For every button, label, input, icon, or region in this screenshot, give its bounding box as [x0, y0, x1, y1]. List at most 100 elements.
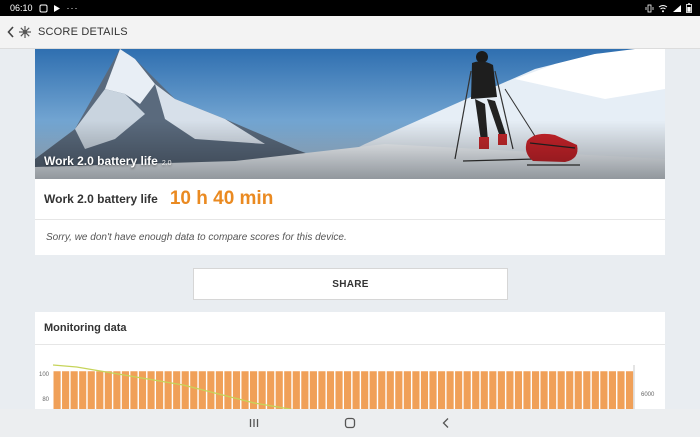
back-icon[interactable] [434, 411, 458, 435]
chart-bar [284, 371, 292, 409]
chart-bar [147, 371, 155, 409]
home-icon[interactable] [338, 411, 362, 435]
chart-bar [497, 371, 505, 409]
chart-bar [292, 371, 300, 409]
chart-bar [531, 371, 540, 409]
chart-bar [386, 371, 394, 409]
chart-bar [361, 371, 369, 409]
chart-bar [463, 371, 471, 409]
chart-bar [241, 371, 249, 409]
chart-bar [121, 371, 129, 409]
more-dots-icon: ··· [66, 3, 79, 13]
chart-bar [352, 371, 360, 409]
chart-bar [62, 371, 70, 409]
chart-bar [326, 371, 335, 409]
chart-bar [70, 371, 78, 409]
chart-bar [506, 371, 514, 409]
score-name: Work 2.0 battery life [44, 192, 158, 206]
chart-bar [455, 371, 463, 409]
chart-bar [207, 371, 215, 409]
chart-bar [472, 371, 480, 409]
comparison-note: Sorry, we don't have enough data to comp… [35, 220, 665, 255]
chart-bar [53, 371, 61, 409]
chart-bar [156, 371, 164, 409]
chart-bar [275, 371, 283, 409]
monitoring-chart: 100 80 6000 [39, 364, 655, 409]
chart-bar [566, 371, 574, 409]
app-bar: SCORE DETAILS [0, 16, 700, 49]
chart-bar [215, 371, 223, 409]
monitoring-title: Monitoring data [44, 322, 127, 334]
chart-bar [344, 371, 352, 409]
media-icon [52, 4, 61, 13]
comparison-note-text: Sorry, we don't have enough data to comp… [46, 232, 347, 243]
chart-bar [549, 371, 557, 409]
chart-bar [625, 371, 634, 409]
chart-bar [514, 371, 523, 409]
chart-bar [369, 371, 377, 409]
chart-bar [523, 371, 531, 409]
chart-bar [412, 371, 420, 409]
chart-bar [617, 371, 625, 409]
chart-bar [104, 371, 112, 409]
vibrate-icon [645, 4, 654, 13]
content-area[interactable]: Work 2.0 battery life 2.0 Work 2.0 batter… [0, 49, 700, 409]
recent-apps-icon[interactable] [242, 411, 266, 435]
battery-icon [686, 3, 692, 13]
chart-bar [96, 371, 104, 409]
chart-bar [489, 371, 497, 409]
app-logo-icon [18, 25, 32, 39]
chart-bar [232, 371, 241, 409]
y-left-tick-0: 100 [39, 372, 50, 378]
hero-banner: Work 2.0 battery life 2.0 [35, 49, 665, 179]
monitoring-card: Monitoring data 100 80 6000 [35, 312, 665, 409]
chart-bar [395, 371, 403, 409]
chart-bar [591, 371, 599, 409]
chart-bar [429, 371, 437, 409]
chart-bar [420, 371, 429, 409]
chart-bar [181, 371, 189, 409]
chart-bar [173, 371, 181, 409]
navigation-bar [0, 409, 700, 437]
chart-bar [600, 371, 608, 409]
signal-icon [672, 4, 682, 13]
chart-bar [301, 371, 309, 409]
notification-icon [39, 4, 48, 13]
chart-bar [378, 371, 386, 409]
score-row: Work 2.0 battery life 10 h 40 min [35, 179, 665, 220]
chart-bar [557, 371, 565, 409]
chart-bar [113, 371, 121, 409]
chart-bar [87, 371, 95, 409]
monitoring-chart-wrap: 100 80 6000 [35, 345, 665, 409]
chart-bar [138, 371, 147, 409]
hero-version: 2.0 [161, 160, 172, 167]
score-value: 10 h 40 min [169, 188, 274, 209]
y-left-tick-1: 80 [42, 397, 49, 403]
chart-bar [403, 371, 411, 409]
chart-bar [335, 371, 343, 409]
share-button-label: SHARE [332, 278, 369, 290]
chart-bar [583, 371, 591, 409]
y-right-tick-0: 6000 [641, 392, 655, 398]
chart-bar [267, 371, 275, 409]
back-arrow-icon[interactable] [4, 22, 18, 42]
chart-bar [318, 371, 326, 409]
wifi-icon [658, 4, 668, 13]
chart-bar [164, 371, 172, 409]
status-bar: 06:10 ··· [0, 0, 700, 16]
chart-bar [309, 371, 317, 409]
share-button[interactable]: SHARE [193, 268, 508, 300]
chart-bar [446, 371, 454, 409]
chart-bar [79, 371, 87, 409]
chart-bar [437, 371, 446, 409]
clock: 06:10 [10, 3, 33, 13]
chart-bar [190, 371, 198, 409]
hero-title: Work 2.0 battery life 2.0 [44, 154, 172, 168]
chart-bar [480, 371, 488, 409]
chart-bar [540, 371, 548, 409]
hero-label-text: Work 2.0 battery life [44, 154, 158, 168]
chart-bar [574, 371, 582, 409]
chart-bar [608, 371, 617, 409]
page-title: SCORE DETAILS [38, 26, 128, 38]
chart-bar [224, 371, 232, 409]
